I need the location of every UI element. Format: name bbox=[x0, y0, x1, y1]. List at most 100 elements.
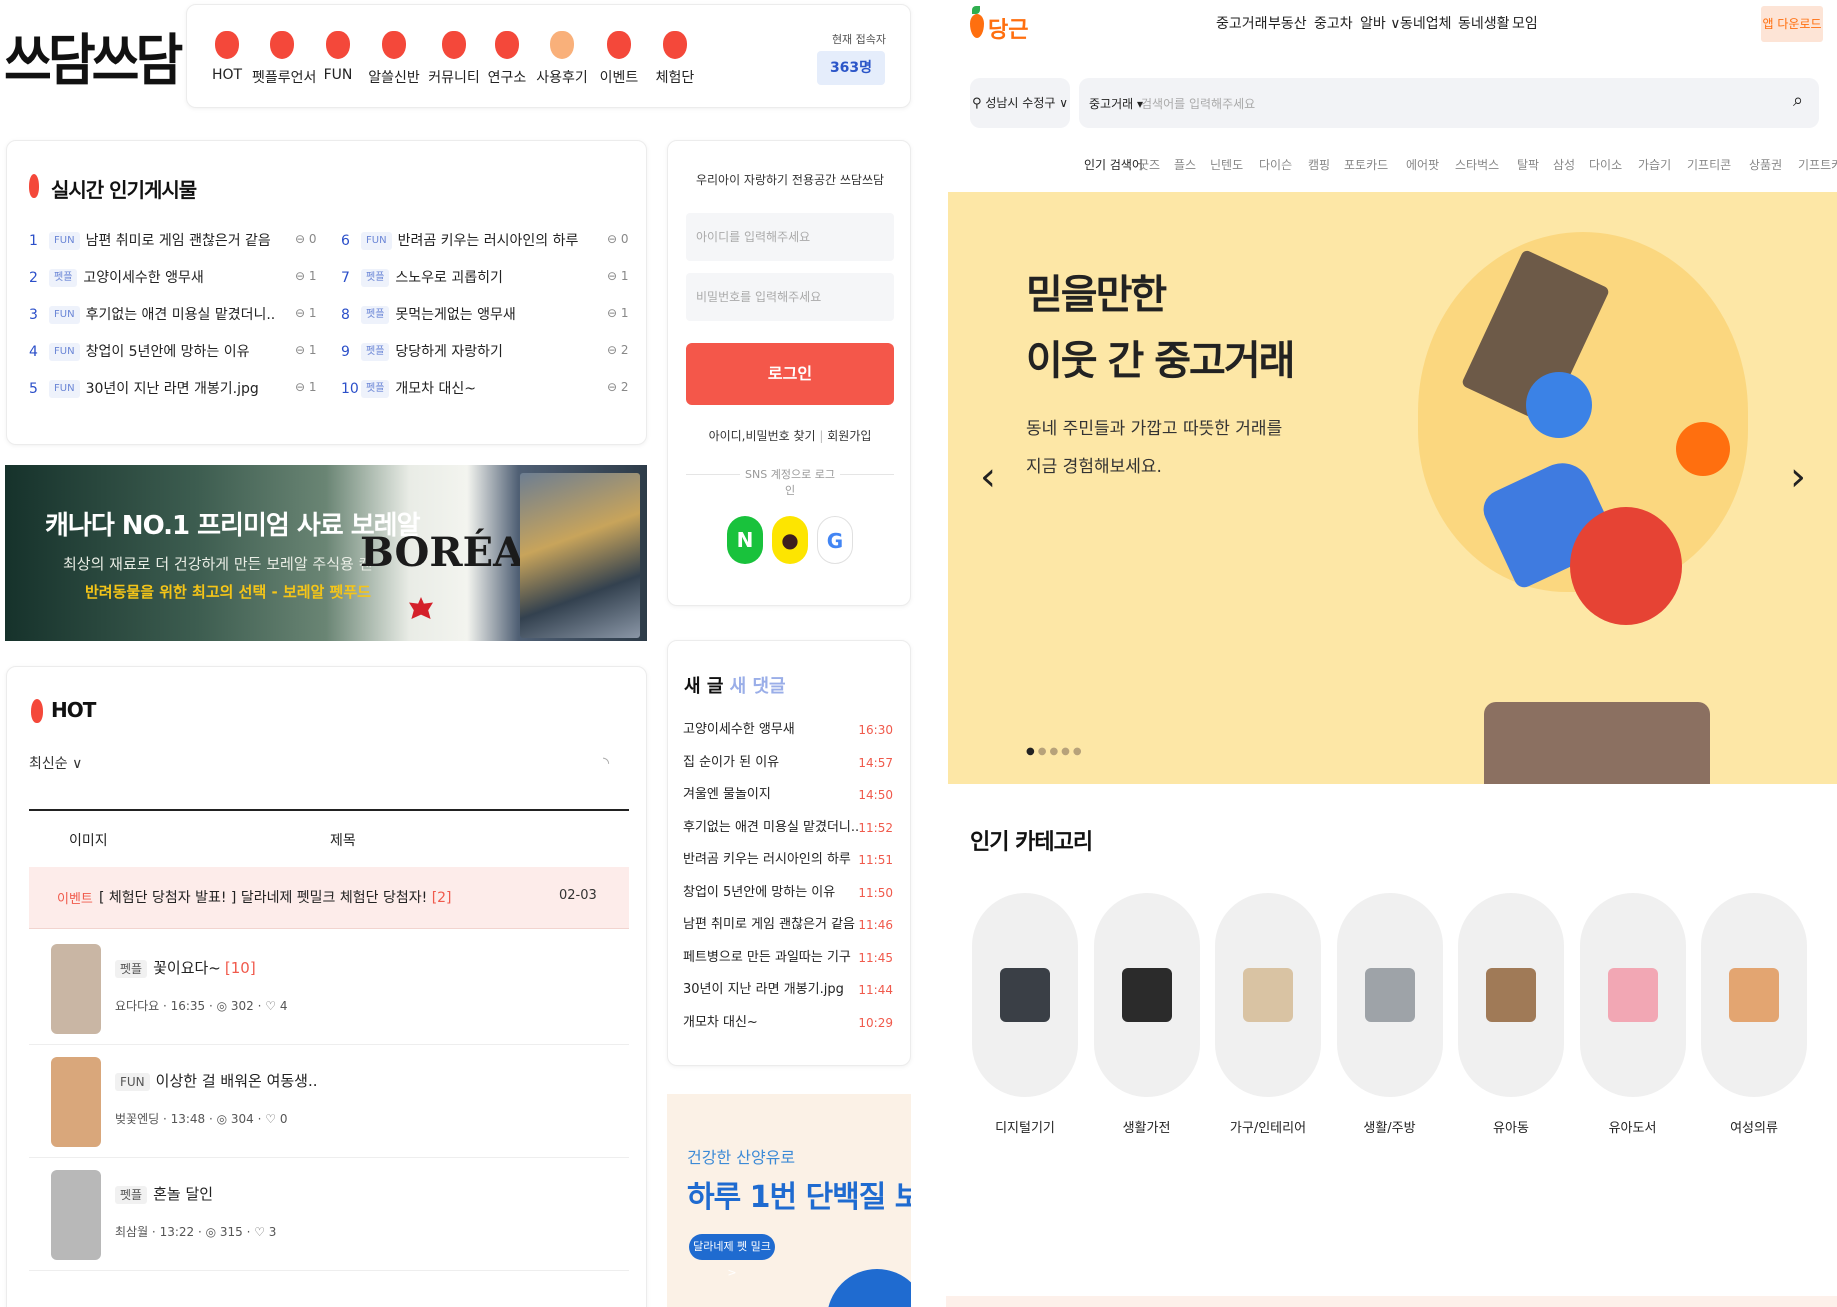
hot-post-row[interactable]: FUN 이상한 걸 배워온 여동생.. 벚꽃엔딩 · 13:48 · ◎ 304 ·… bbox=[29, 1046, 629, 1158]
join-link[interactable]: 회원가입 bbox=[827, 429, 871, 443]
notice-tag: 이벤트 bbox=[57, 892, 93, 907]
col-title-header: 제목 bbox=[330, 833, 356, 849]
hero-prev-arrow[interactable]: ‹ bbox=[980, 454, 996, 500]
login-button[interactable]: 로그인 bbox=[686, 343, 894, 405]
popular-item[interactable]: 3 FUN 후기없는 애견 미용실 맡겼더니.. bbox=[29, 303, 275, 327]
karrot-nav-item[interactable]: 동네생활 bbox=[1458, 13, 1510, 33]
google-login-button[interactable]: G bbox=[817, 516, 853, 564]
keyword-item[interactable]: 가습기 bbox=[1638, 156, 1671, 173]
comment-count: ⊖ 2 bbox=[607, 343, 629, 357]
nav-item-2[interactable]: FUN bbox=[308, 31, 368, 83]
keyword-item[interactable]: 포토카드 bbox=[1344, 156, 1388, 173]
nav-item-8[interactable]: 체험단 bbox=[645, 31, 705, 87]
hero-pagination-dots[interactable]: ●●●●● bbox=[1026, 746, 1085, 757]
hot-post-row[interactable]: 펫플 꽃이요다~ [10] 요다다요 · 16:35 · ◎ 302 · ♡ 4 bbox=[29, 933, 629, 1045]
keyword-item[interactable]: 기프트카드 bbox=[1798, 156, 1837, 173]
new-post-item[interactable]: 겨울엔 물놀이지 14:50 bbox=[683, 785, 893, 805]
keyword-item[interactable]: 스타벅스 bbox=[1455, 156, 1499, 173]
popular-item[interactable]: 5 FUN 30년이 지난 라면 개봉기.jpg bbox=[29, 377, 259, 401]
nav-item-4[interactable]: 커뮤니티 bbox=[424, 31, 484, 87]
kakao-login-button[interactable]: ● bbox=[772, 516, 808, 564]
keyword-item[interactable]: 탈팍 bbox=[1517, 156, 1539, 173]
hero-next-arrow[interactable]: › bbox=[1790, 454, 1806, 500]
popular-item[interactable]: 10 펫플 개모차 대신~ bbox=[341, 377, 476, 401]
karrot-nav-item[interactable]: 부동산 bbox=[1268, 13, 1307, 33]
post-title: 스노우로 괴롭히기 bbox=[395, 270, 503, 286]
search-input[interactable]: 검색어를 입력해주세요 bbox=[1141, 95, 1255, 112]
new-post-item[interactable]: 고양이세수한 앵무새 16:30 bbox=[683, 720, 893, 740]
popular-item[interactable]: 7 펫플 스노우로 괴롭히기 bbox=[341, 266, 503, 290]
new-post-item[interactable]: 30년이 지난 라면 개봉기.jpg 11:44 bbox=[683, 980, 893, 1000]
karrot-logo[interactable]: 당근 bbox=[988, 12, 1028, 44]
new-post-item[interactable]: 후기없는 애견 미용실 맡겼더니.. 11:52 bbox=[683, 818, 893, 838]
karrot-nav-item[interactable]: 알바 ∨ bbox=[1360, 13, 1400, 33]
sort-dropdown[interactable]: 최신순 ∨ bbox=[29, 753, 82, 773]
new-post-item[interactable]: 남편 취미로 게임 괜찮은거 같음 11:46 bbox=[683, 915, 893, 935]
popular-item[interactable]: 6 FUN 반려곰 키우는 러시아인의 하루 bbox=[341, 229, 578, 253]
keyword-item[interactable]: 다이소 bbox=[1589, 156, 1622, 173]
milk-ad-banner[interactable]: 건강한 산양유로 하루 1번 단백질 보충 달라네제 펫 밀크 > bbox=[667, 1094, 911, 1307]
sns-label: SNS 계정으로 로그인 bbox=[740, 466, 840, 498]
rss-icon[interactable]: ◝ bbox=[603, 753, 609, 772]
nav-item-7[interactable]: 이벤트 bbox=[589, 31, 649, 87]
popular-item[interactable]: 9 펫플 당당하게 자랑하기 bbox=[341, 340, 503, 364]
notice-row[interactable]: 이벤트 [ 체험단 당첨자 발표! ] 달라네제 펫밀크 체험단 당첨자! [2… bbox=[29, 867, 629, 929]
keyword-item[interactable]: 굿즈 bbox=[1138, 156, 1160, 173]
popular-item[interactable]: 2 펫플 고양이세수한 앵무새 bbox=[29, 266, 204, 290]
nav-item-6[interactable]: 사용후기 bbox=[532, 31, 592, 87]
new-post-item[interactable]: 반려곰 키우는 러시아인의 하루 11:51 bbox=[683, 850, 893, 870]
category-label[interactable]: 생활가전 bbox=[1087, 1117, 1207, 1136]
karrot-nav-item[interactable]: 동네업체 bbox=[1400, 13, 1452, 33]
karrot-nav-item[interactable]: 중고거래 bbox=[1216, 13, 1268, 33]
nav-item-3[interactable]: 알쓸신반 bbox=[364, 31, 424, 87]
tab-new-posts[interactable]: 새 글 bbox=[684, 676, 723, 697]
nav-item-0[interactable]: HOT bbox=[197, 31, 257, 83]
keyword-item[interactable]: 플스 bbox=[1174, 156, 1196, 173]
nav-item-5[interactable]: 연구소 bbox=[477, 31, 537, 87]
id-input[interactable]: 아이디를 입력해주세요 bbox=[686, 213, 894, 261]
keyword-item[interactable]: 다이슨 bbox=[1259, 156, 1292, 173]
new-post-item[interactable]: 집 순이가 된 이유 14:57 bbox=[683, 753, 893, 773]
popular-item[interactable]: 8 펫플 못먹는게없는 앵무새 bbox=[341, 303, 516, 327]
category-label[interactable]: 디지털기기 bbox=[965, 1117, 1085, 1136]
boreal-ad-banner[interactable]: 캐나다 NO.1 프리미엄 사료 보레알 최상의 재료로 더 건강하게 만든 보… bbox=[5, 465, 647, 641]
category-label[interactable]: 유아동 bbox=[1451, 1117, 1571, 1136]
tab-new-comments[interactable]: 새 댓글 bbox=[730, 676, 786, 697]
karrot-nav-item[interactable]: 모임 bbox=[1512, 13, 1538, 33]
site-logo[interactable]: 쓰담쓰담 bbox=[4, 15, 183, 96]
sdsd-site: 쓰담쓰담 HOT 펫플루언서 FUN 알쓸신반 커뮤니티 연구소 사용후기 이벤트 체험단 현재… bbox=[0, 0, 935, 1307]
naver-login-button[interactable]: N bbox=[727, 516, 763, 564]
nav-item-label: FUN bbox=[323, 67, 353, 83]
location-selector[interactable]: ⚲ 성남시 수정구 ∨ bbox=[970, 78, 1070, 128]
password-input[interactable]: 비밀번호를 입력해주세요 bbox=[686, 273, 894, 321]
keyword-item[interactable]: 삼성 bbox=[1553, 156, 1575, 173]
nav-item-1[interactable]: 펫플루언서 bbox=[252, 31, 316, 87]
keyword-item[interactable]: 에어팟 bbox=[1406, 156, 1439, 173]
new-post-item[interactable]: 페트병으로 만든 과일따는 기구 11:45 bbox=[683, 948, 893, 968]
new-post-item[interactable]: 창업이 5년안에 망하는 이유 11:50 bbox=[683, 883, 893, 903]
keyword-item[interactable]: 기프티콘 bbox=[1687, 156, 1731, 173]
search-icon[interactable]: ⌕ bbox=[1793, 90, 1803, 111]
new-tabs: 새 글 새 댓글 bbox=[684, 672, 786, 698]
search-category-select[interactable]: 중고거래 ▾ bbox=[1089, 95, 1143, 112]
new-post-title: 남편 취미로 게임 괜찮은거 같음 bbox=[683, 917, 856, 932]
keyword-item[interactable]: 닌텐도 bbox=[1210, 156, 1243, 173]
popular-item[interactable]: 1 FUN 남편 취미로 게임 괜찮은거 같음 bbox=[29, 229, 271, 253]
col-image-header: 이미지 bbox=[69, 833, 108, 849]
hot-post-row[interactable]: 펫플 혼놀 달인 최삼월 · 13:22 · ◎ 315 · ♡ 3 bbox=[29, 1159, 629, 1271]
new-post-item[interactable]: 개모차 대신~ 10:29 bbox=[683, 1013, 893, 1033]
find-account-link[interactable]: 아이디,비밀번호 찾기 bbox=[709, 429, 816, 443]
category-label[interactable]: 생활/주방 bbox=[1330, 1117, 1450, 1136]
keyword-item[interactable]: 상품권 bbox=[1749, 156, 1782, 173]
milk-cta-button[interactable]: 달라네제 펫 밀크 > bbox=[689, 1234, 775, 1279]
new-post-title: 겨울엔 물놀이지 bbox=[683, 787, 771, 802]
category-label[interactable]: 가구/인테리어 bbox=[1208, 1117, 1328, 1136]
karrot-nav-item[interactable]: 중고차 bbox=[1314, 13, 1353, 33]
keyword-item[interactable]: 캠핑 bbox=[1308, 156, 1330, 173]
category-label[interactable]: 유아도서 bbox=[1573, 1117, 1693, 1136]
carrot-icon[interactable] bbox=[970, 14, 984, 38]
popular-item[interactable]: 4 FUN 창업이 5년안에 망하는 이유 bbox=[29, 340, 250, 364]
app-download-button[interactable]: 앱 다운로드 bbox=[1761, 6, 1823, 42]
category-label[interactable]: 여성의류 bbox=[1694, 1117, 1814, 1136]
category-image bbox=[1000, 968, 1050, 1022]
